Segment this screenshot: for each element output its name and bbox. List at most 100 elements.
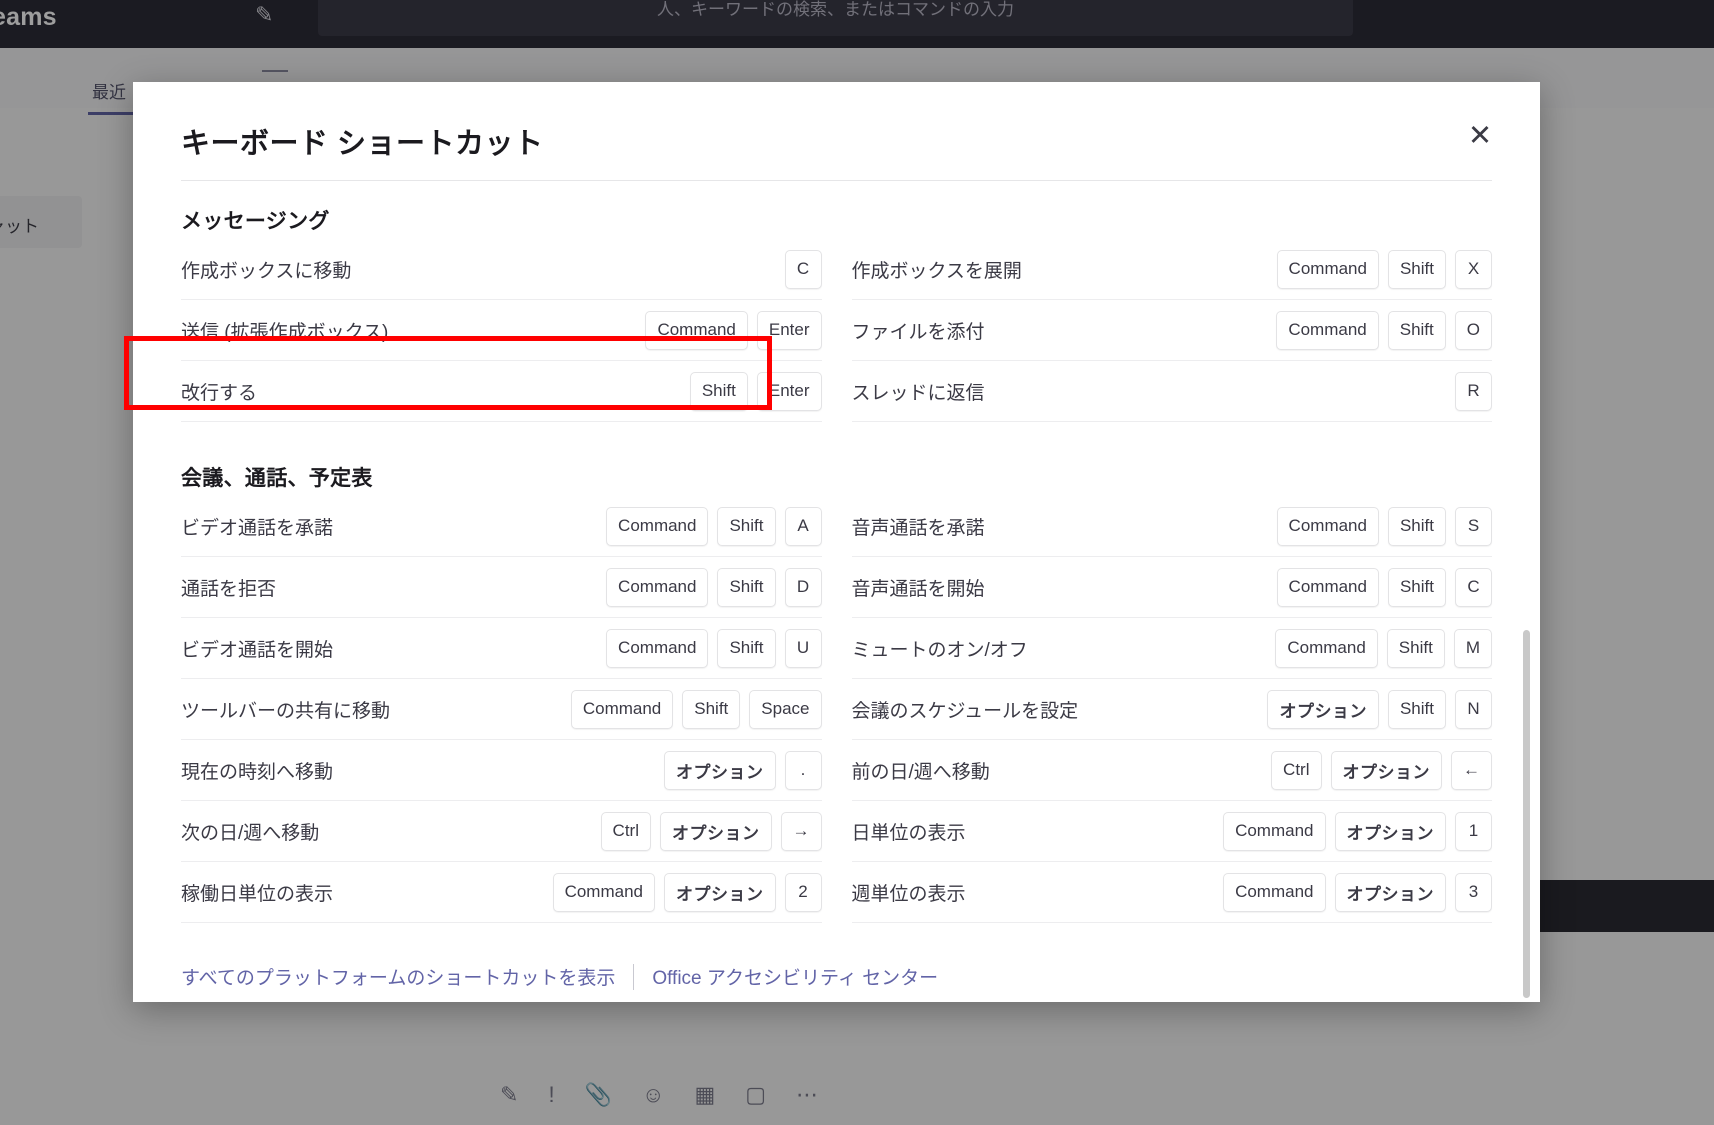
table-row: 週単位の表示 Command オプション 3 — [852, 862, 1493, 923]
shortcut-label: 現在の時刻へ移動 — [181, 757, 333, 784]
key-chip: N — [1455, 690, 1492, 729]
dialog-scrollbar[interactable] — [1523, 630, 1530, 998]
key-chip: オプション — [1335, 873, 1447, 912]
key-chip: R — [1455, 372, 1492, 411]
key-chip: オプション — [660, 812, 772, 851]
shortcut-keys: R — [1455, 372, 1492, 411]
key-chip: Command — [1275, 629, 1377, 668]
table-row: 現在の時刻へ移動 オプション . — [181, 740, 822, 801]
shortcut-label: 作成ボックスに移動 — [181, 256, 351, 283]
shortcut-keys: Ctrl オプション → — [601, 812, 822, 851]
shortcut-label: 週単位の表示 — [852, 879, 966, 906]
shortcut-label: 音声通話を承諾 — [852, 513, 985, 540]
dialog-body: メッセージング 作成ボックスに移動 C 作成ボックスを展開 Command Sh… — [133, 205, 1540, 923]
table-row: ミュートのオン/オフ Command Shift M — [852, 618, 1493, 679]
key-chip: オプション — [664, 751, 776, 790]
key-chip: . — [785, 751, 822, 790]
link-office-accessibility-center[interactable]: Office アクセシビリティ センター — [652, 963, 938, 990]
shortcut-label: ミュートのオン/オフ — [852, 635, 1028, 662]
table-row: 音声通話を開始 Command Shift C — [852, 557, 1493, 618]
table-row: ツールバーの共有に移動 Command Shift Space — [181, 679, 822, 740]
table-row: 会議のスケジュールを設定 オプション Shift N — [852, 679, 1493, 740]
key-chip: O — [1455, 311, 1492, 350]
dialog-title: キーボード ショートカット — [181, 120, 1492, 162]
key-chip: A — [785, 507, 822, 546]
shortcut-keys: Command Shift O — [1276, 311, 1492, 350]
shortcut-grid-meetings: ビデオ通話を承諾 Command Shift A 音声通話を承諾 Command… — [181, 496, 1492, 923]
shortcut-keys: Command Enter — [645, 311, 821, 350]
footer-divider — [633, 964, 634, 990]
table-row: 日単位の表示 Command オプション 1 — [852, 801, 1493, 862]
key-chip: 1 — [1455, 812, 1492, 851]
shortcut-label: ビデオ通話を開始 — [181, 635, 333, 662]
shortcut-keys: Command オプション 2 — [553, 873, 822, 912]
shortcut-keys: C — [785, 250, 822, 289]
shortcut-keys: Shift Enter — [690, 372, 822, 411]
shortcut-keys: Command Shift D — [606, 568, 821, 607]
key-chip: S — [1455, 507, 1492, 546]
dialog-footer: すべてのプラットフォームのショートカットを表示 Office アクセシビリティ … — [133, 963, 1540, 990]
shortcut-label: 会議のスケジュールを設定 — [852, 696, 1079, 723]
key-chip: Command — [1277, 507, 1379, 546]
shortcut-keys: Command Shift U — [606, 629, 821, 668]
key-chip: Space — [749, 690, 821, 729]
key-chip: Shift — [717, 507, 775, 546]
link-all-platform-shortcuts[interactable]: すべてのプラットフォームのショートカットを表示 — [181, 963, 615, 990]
table-row: 通話を拒否 Command Shift D — [181, 557, 822, 618]
key-chip: オプション — [664, 873, 776, 912]
key-chip: C — [785, 250, 822, 289]
table-row: 稼働日単位の表示 Command オプション 2 — [181, 862, 822, 923]
key-chip: Shift — [717, 629, 775, 668]
shortcut-label: 送信 (拡張作成ボックス) — [181, 317, 388, 344]
shortcut-label: 次の日/週へ移動 — [181, 818, 319, 845]
key-chip: Ctrl — [601, 812, 651, 851]
key-chip: → — [781, 812, 822, 851]
table-row: 送信 (拡張作成ボックス) Command Enter — [181, 300, 822, 361]
section-heading-messaging: メッセージング — [181, 205, 1492, 235]
shortcut-label: 音声通話を開始 — [852, 574, 985, 601]
key-chip: Command — [606, 629, 708, 668]
table-row: ビデオ通話を開始 Command Shift U — [181, 618, 822, 679]
shortcut-keys: Ctrl オプション ← — [1271, 751, 1492, 790]
table-row: 次の日/週へ移動 Ctrl オプション → — [181, 801, 822, 862]
key-chip: Enter — [757, 311, 822, 350]
key-chip: Enter — [757, 372, 822, 411]
key-chip: Command — [1277, 250, 1379, 289]
key-chip: D — [785, 568, 822, 607]
shortcut-label: ビデオ通話を承諾 — [181, 513, 333, 540]
shortcut-label: 前の日/週へ移動 — [852, 757, 990, 784]
key-chip: Command — [606, 507, 708, 546]
section-heading-meetings: 会議、通話、予定表 — [181, 462, 1492, 492]
close-icon[interactable]: ✕ — [1462, 118, 1498, 154]
table-row: 前の日/週へ移動 Ctrl オプション ← — [852, 740, 1493, 801]
shortcut-keys: Command Shift M — [1275, 629, 1492, 668]
key-chip: C — [1455, 568, 1492, 607]
table-row: ビデオ通話を承諾 Command Shift A — [181, 496, 822, 557]
key-chip: Shift — [717, 568, 775, 607]
shortcut-keys: Command Shift Space — [571, 690, 822, 729]
shortcut-label: 稼働日単位の表示 — [181, 879, 333, 906]
key-chip: Shift — [682, 690, 740, 729]
key-chip: M — [1454, 629, 1492, 668]
key-chip: 2 — [785, 873, 822, 912]
table-row: 作成ボックスに移動 C — [181, 239, 822, 300]
table-row: スレッドに返信 R — [852, 361, 1493, 422]
key-chip: Shift — [1388, 250, 1446, 289]
shortcut-label: 作成ボックスを展開 — [852, 256, 1022, 283]
keyboard-shortcuts-dialog: キーボード ショートカット ✕ メッセージング 作成ボックスに移動 C 作成ボッ… — [133, 82, 1540, 1002]
table-row-highlighted: 改行する Shift Enter — [181, 361, 822, 422]
key-chip: U — [785, 629, 822, 668]
key-chip: Shift — [1388, 507, 1446, 546]
shortcut-label: 日単位の表示 — [852, 818, 966, 845]
key-chip: Shift — [1387, 629, 1445, 668]
table-row: ファイルを添付 Command Shift O — [852, 300, 1493, 361]
key-chip: Command — [1277, 568, 1379, 607]
key-chip: Shift — [1388, 690, 1446, 729]
key-chip: オプション — [1267, 690, 1379, 729]
dialog-header: キーボード ショートカット ✕ — [133, 82, 1540, 162]
shortcut-label: 通話を拒否 — [181, 574, 276, 601]
key-chip: Command — [571, 690, 673, 729]
shortcut-label: ツールバーの共有に移動 — [181, 696, 390, 723]
key-chip: Shift — [1388, 568, 1446, 607]
key-chip: Command — [645, 311, 747, 350]
